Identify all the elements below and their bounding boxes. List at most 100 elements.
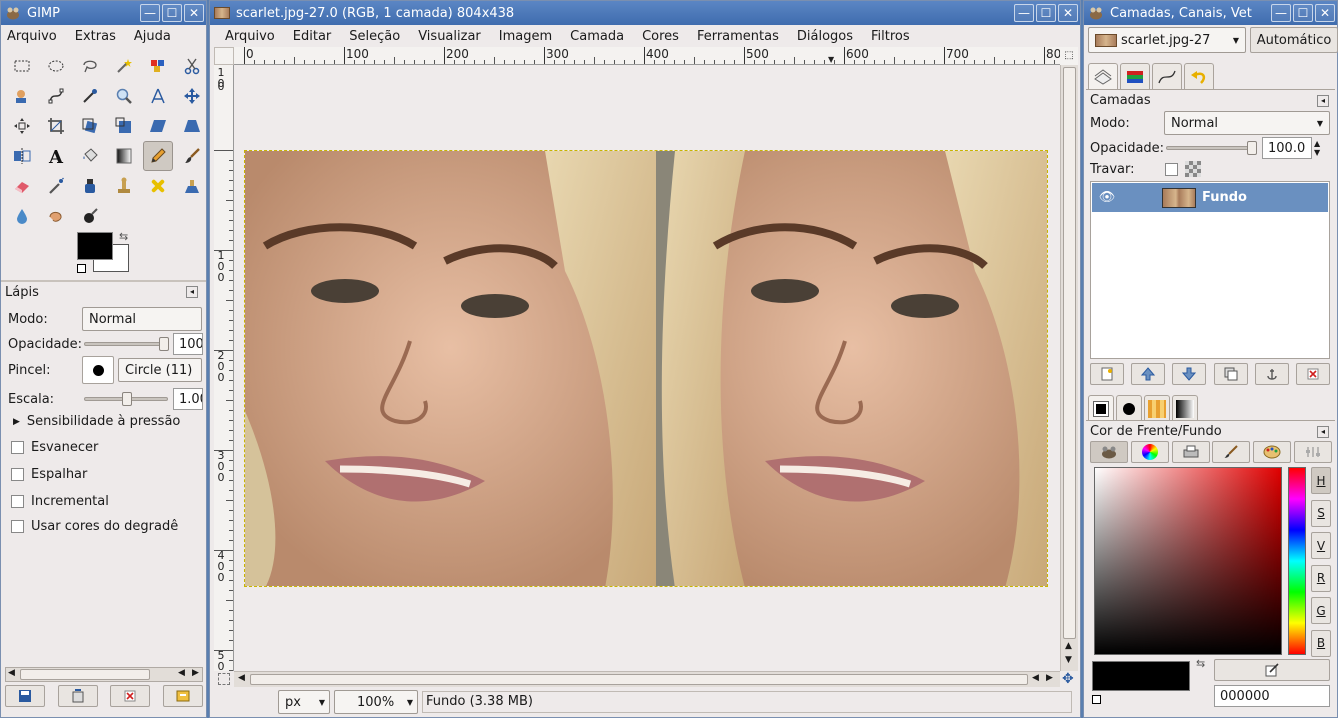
incremental-checkbox[interactable] [11,495,24,508]
layer-opacity-spin[interactable]: 100.0 [1262,137,1312,159]
horizontal-ruler[interactable]: 0 100 200 300 400 500 600 700 80 ▼ [234,47,1060,65]
menu-arquivo[interactable]: Arquivo [7,29,57,44]
layers-panel-menu-icon[interactable]: ◂ [1317,95,1329,107]
menu-filtros[interactable]: Filtros [871,29,910,44]
move-icon[interactable] [177,81,207,111]
scissors-icon[interactable] [177,51,207,81]
heal-icon[interactable] [143,171,173,201]
pressure-expander[interactable]: ▶ Sensibilidade à pressão [13,414,180,429]
scroll-down-icon[interactable]: ▼ [1065,655,1072,665]
measure-icon[interactable] [143,81,173,111]
reset-colors-icon[interactable] [77,264,86,273]
auto-button[interactable]: Automático [1250,27,1338,53]
vertical-ruler[interactable]: 1 001 0 02 0 03 0 04 0 05 0 [214,65,234,671]
menu-ferramentas[interactable]: Ferramentas [697,29,779,44]
horizontal-scrollbar[interactable]: ◀ ◀ ▶ [234,671,1060,687]
color-picker-icon[interactable] [75,81,105,111]
menu-cores[interactable]: Cores [642,29,679,44]
flip-icon[interactable] [7,141,37,171]
hscroll-thumb[interactable] [250,674,1028,685]
mode-select[interactable]: Normal [82,307,202,331]
opacity-slider[interactable] [84,337,169,351]
swap-colors-icon[interactable]: ⇆ [119,230,128,243]
zoom-icon[interactable] [109,81,139,111]
delete-options-button[interactable] [110,685,151,707]
check-jitter[interactable]: Espalhar [11,467,87,482]
ellipse-select-icon[interactable] [41,51,71,81]
scales-selector-button[interactable] [1293,441,1332,463]
layers-titlebar[interactable]: Camadas, Canais, Vet — ☐ ✕ [1084,1,1337,25]
navigate-icon[interactable]: ✥ [1062,671,1074,687]
close-icon[interactable]: ✕ [1315,4,1335,22]
shear-icon[interactable] [143,111,173,141]
text-icon[interactable]: A [41,141,71,171]
scroll-right-icon[interactable]: ◀ [178,668,185,678]
dodge-burn-icon[interactable] [75,201,105,231]
tab-channels[interactable] [1120,63,1150,89]
bucket-fill-icon[interactable] [75,141,105,171]
scroll-right2-icon[interactable]: ▶ [192,668,199,678]
channel-g-button[interactable]: G [1311,597,1331,625]
layer-row[interactable]: 👁 Fundo [1092,183,1328,212]
vertical-scrollbar[interactable]: ▲ ▼ [1060,65,1078,671]
crop-icon[interactable] [41,111,71,141]
lock-pixels-checkbox[interactable] [1165,162,1178,176]
save-options-button[interactable] [5,685,45,707]
close-icon[interactable]: ✕ [1058,4,1078,22]
zoom-select[interactable]: 100% ▼ [334,690,418,714]
scroll-left-icon[interactable]: ◀ [8,668,15,678]
reset-colors-icon[interactable] [1092,695,1101,704]
hscroll-right2-icon[interactable]: ▶ [1046,673,1053,683]
menu-camada[interactable]: Camada [570,29,624,44]
maximize-icon[interactable]: ☐ [1036,4,1056,22]
close-icon[interactable]: ✕ [184,4,204,22]
duplicate-layer-button[interactable] [1213,363,1248,385]
maximize-icon[interactable]: ☐ [162,4,182,22]
opacity-spin[interactable]: 100 [173,333,203,355]
layer-name[interactable]: Fundo [1202,190,1247,205]
gradient-checkbox[interactable] [11,520,24,533]
ink-icon[interactable] [75,171,105,201]
smudge-icon[interactable] [41,201,71,231]
channel-b-button[interactable]: B [1311,629,1331,657]
foreground-select-icon[interactable] [7,81,37,111]
tool-options-menu-icon[interactable]: ◂ [186,286,198,298]
layer-list[interactable]: 👁 Fundo [1090,181,1330,359]
channel-h-button[interactable]: H [1311,467,1331,494]
color-select-icon[interactable] [143,51,173,81]
check-incremental[interactable]: Incremental [11,494,109,509]
check-gradient[interactable]: Usar cores do degradê [11,519,178,534]
color-picker-button[interactable] [1214,659,1330,681]
quickmask-icon[interactable] [218,673,230,685]
menu-editar[interactable]: Editar [293,29,332,44]
color-field[interactable] [1094,467,1282,655]
channel-r-button[interactable]: R [1311,564,1331,592]
tab-brushes[interactable] [1116,395,1142,421]
tool-options-hscroll[interactable]: ◀ ◀ ▶ [5,667,203,682]
fuzzy-select-icon[interactable] [109,51,139,81]
check-fade[interactable]: Esvanecer [11,440,98,455]
image-titlebar[interactable]: scarlet.jpg-27.0 (RGB, 1 camada) 804x438… [210,1,1080,25]
opacity-slider-knob[interactable] [159,337,169,351]
raise-layer-button[interactable] [1131,363,1166,385]
hruler-nav-icon[interactable]: ⬚ [1060,47,1078,65]
scale-slider-knob[interactable] [122,392,132,406]
layer-opacity-slider[interactable] [1166,141,1257,155]
menu-dialogos[interactable]: Diálogos [797,29,853,44]
delete-layer-button[interactable] [1295,363,1330,385]
hscroll-right-icon[interactable]: ◀ [1032,673,1039,683]
rotate-icon[interactable] [75,111,105,141]
vscroll-thumb[interactable] [1063,67,1076,639]
menu-arquivo[interactable]: Arquivo [225,29,275,44]
align-icon[interactable] [7,111,37,141]
menu-extras[interactable]: Extras [75,29,116,44]
pencil-icon[interactable] [143,141,173,171]
minimize-icon[interactable]: — [1271,4,1291,22]
tab-paths[interactable] [1152,63,1182,89]
anchor-layer-button[interactable] [1254,363,1289,385]
image-canvas[interactable] [244,150,1048,587]
clone-icon[interactable] [109,171,139,201]
visibility-eye-icon[interactable]: 👁 [1092,190,1122,205]
scale-spin[interactable]: 1.00 [173,388,203,410]
brush-preview-button[interactable] [82,356,114,384]
